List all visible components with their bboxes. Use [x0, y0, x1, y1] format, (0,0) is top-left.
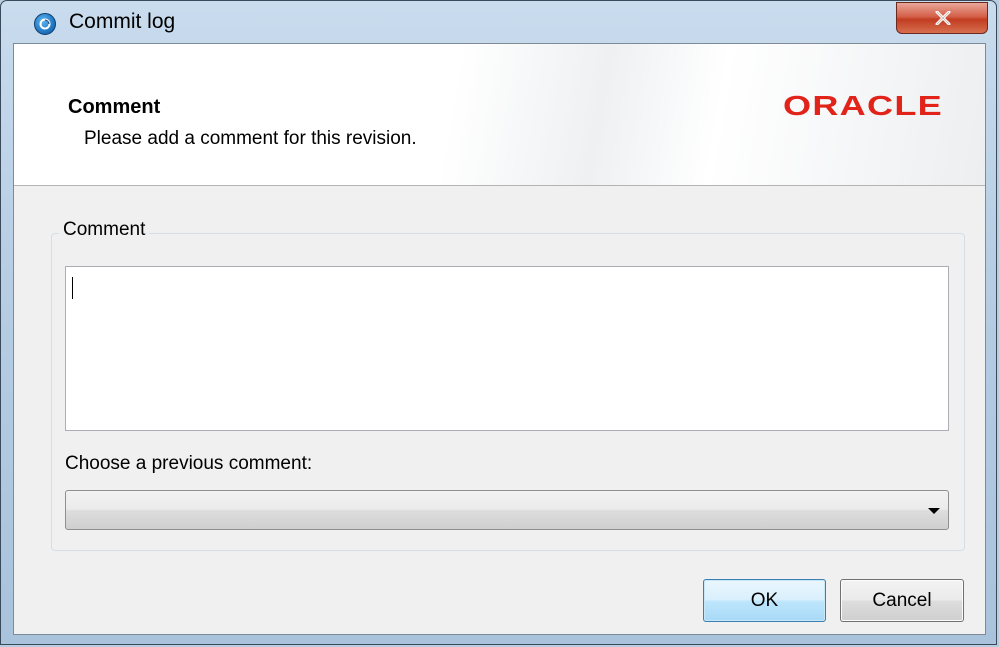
dialog-header: Comment Please add a comment for this re… — [14, 44, 985, 186]
dropdown-arrow-icon[interactable] — [928, 508, 940, 514]
header-title: Comment — [68, 96, 161, 118]
svg-text:ORACLE: ORACLE — [783, 90, 943, 120]
commit-log-window: Commit log Comment Please add a comment … — [0, 0, 997, 645]
dialog-body: Comment Please add a comment for this re… — [13, 43, 986, 635]
window-title: Commit log — [69, 10, 176, 33]
app-icon — [34, 13, 56, 35]
oracle-logo: ORACLE — [783, 90, 953, 125]
header-subtitle: Please add a comment for this revision. — [84, 128, 417, 149]
ok-button[interactable]: OK — [703, 579, 826, 622]
comment-group-label: Comment — [59, 219, 150, 241]
cancel-button[interactable]: Cancel — [840, 579, 964, 622]
title-bar[interactable]: Commit log — [1, 1, 996, 43]
close-icon — [935, 11, 951, 25]
close-button[interactable] — [896, 2, 988, 34]
previous-comment-dropdown[interactable] — [65, 490, 949, 530]
comment-textarea[interactable] — [65, 266, 949, 431]
previous-comment-label: Choose a previous comment: — [65, 453, 313, 474]
text-caret — [72, 277, 73, 299]
